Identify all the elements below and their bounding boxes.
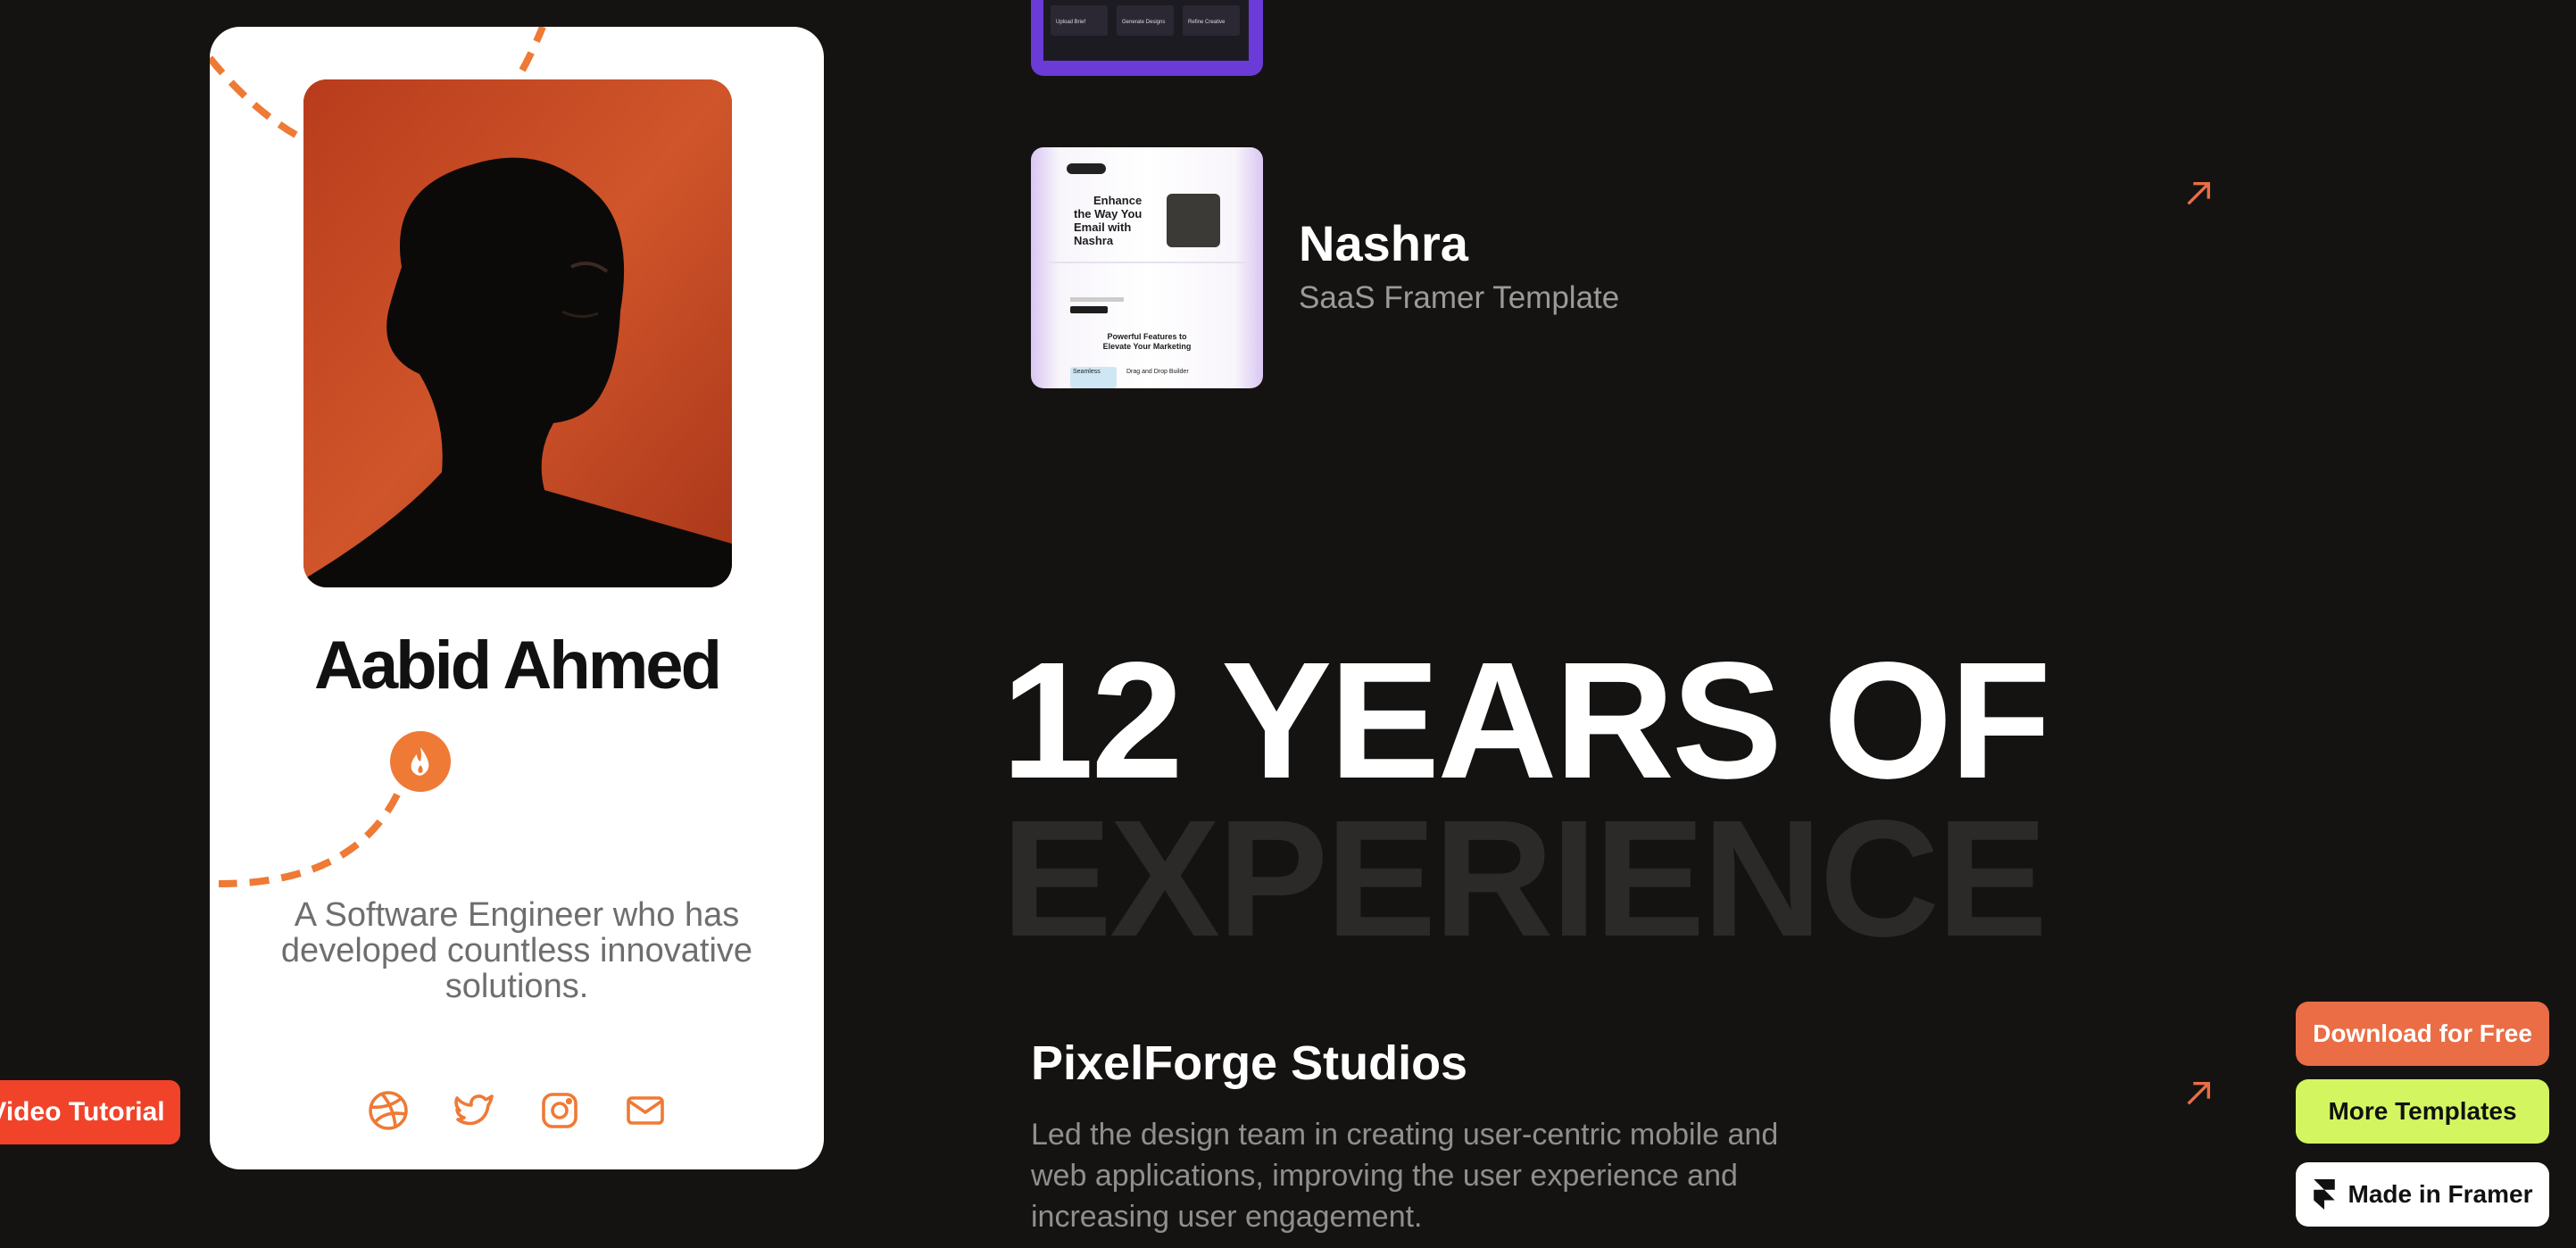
thumb-card: Seamless <box>1070 367 1117 388</box>
dribbble-icon[interactable] <box>367 1089 410 1132</box>
arrow-up-right-icon[interactable] <box>2183 1078 2214 1109</box>
thumb-headline: Enhance the Way You Email with Nashra <box>1074 194 1142 247</box>
thumb-section-title: Powerful Features to Elevate Your Market… <box>1031 332 1263 352</box>
mini-card: Generate Designs <box>1117 5 1174 36</box>
framer-logo-icon <box>2313 1179 2335 1210</box>
mini-card-label: Refine Creative <box>1188 20 1226 25</box>
fire-icon <box>390 731 451 792</box>
template-thumbnail-nashra[interactable]: Enhance the Way You Email with Nashra Po… <box>1031 147 1263 388</box>
experience-heading-line1: 12 YEARS OF <box>1001 628 2051 813</box>
mini-card: Upload Brief <box>1051 5 1108 36</box>
instagram-icon[interactable] <box>538 1089 581 1132</box>
thumb-image <box>1167 194 1220 247</box>
thumb-card-label: Drag and Drop Builder <box>1126 369 1189 375</box>
social-links <box>210 1089 824 1132</box>
mail-icon[interactable] <box>624 1089 667 1132</box>
profile-name: Aabid Ahmed <box>314 628 722 703</box>
thumb-headline-line: Enhance <box>1093 194 1143 207</box>
thumb-card-label: Seamless <box>1073 369 1101 375</box>
download-for-free-button[interactable]: Download for Free <box>2296 1002 2549 1066</box>
thumbnail-content: Upload Brief Generate Designs Refine Cre… <box>1043 0 1249 61</box>
thumb-headline-line: the Way You <box>1074 207 1143 220</box>
thumb-headline-line: Email with <box>1074 220 1132 234</box>
arrow-up-right-icon[interactable] <box>2183 179 2214 209</box>
thumb-button <box>1070 306 1108 313</box>
job-company[interactable]: PixelForge Studios <box>1031 1036 1467 1091</box>
profile-bio: A Software Engineer who has developed co… <box>280 896 753 1005</box>
thumb-card: Drag and Drop Builder <box>1124 367 1231 388</box>
made-in-framer-label: Made in Framer <box>2347 1180 2533 1208</box>
profile-card: Aabid Ahmed A Software Engineer who has … <box>210 27 824 1169</box>
template-thumbnail-top[interactable]: Upload Brief Generate Designs Refine Cre… <box>1031 0 1263 76</box>
made-in-framer-button[interactable]: Made in Framer <box>2296 1162 2549 1227</box>
thumb-line <box>1070 297 1124 302</box>
job-description: Led the design team in creating user-cen… <box>1031 1118 1779 1234</box>
profile-photo <box>303 79 732 587</box>
mini-card: Refine Creative <box>1183 5 1240 36</box>
twitter-icon[interactable] <box>453 1089 495 1132</box>
video-tutorial-button[interactable]: Video Tutorial <box>0 1080 180 1144</box>
mini-card-label: Upload Brief <box>1056 20 1086 25</box>
template-subtitle: SaaS Framer Template <box>1299 280 1620 315</box>
thumb-section-line: Powerful Features to <box>1107 332 1187 341</box>
thumb-nav-pill <box>1067 163 1106 174</box>
template-title[interactable]: Nashra <box>1299 214 1468 272</box>
experience-heading-line2: EXPERIENCE <box>1001 786 2048 971</box>
more-templates-button[interactable]: More Templates <box>2296 1079 2549 1144</box>
thumb-section-line: Elevate Your Marketing <box>1102 342 1192 351</box>
mini-card-label: Generate Designs <box>1122 20 1166 25</box>
thumb-headline-line: Nashra <box>1074 234 1114 247</box>
thumb-divider <box>1049 262 1245 263</box>
